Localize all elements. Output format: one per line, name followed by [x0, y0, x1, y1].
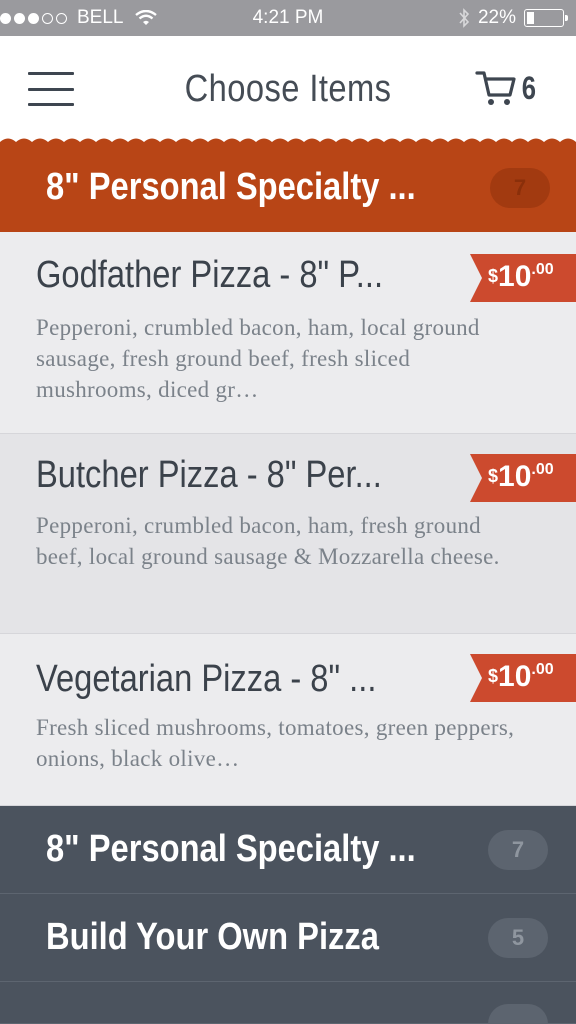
category-label: 8" Personal Specialty ...	[46, 166, 416, 208]
price-cents: .00	[531, 461, 554, 478]
category-label: Build Your Own Pizza	[46, 916, 379, 958]
category-row[interactable]: 8" Personal Specialty ... 7	[0, 806, 576, 894]
category-label: 8" Personal Specialty ...	[46, 828, 416, 870]
item-title: Godfather Pizza - 8" P...	[36, 254, 384, 296]
price-currency: $	[488, 466, 499, 486]
category-count-badge: 5	[488, 918, 548, 958]
category-count-badge: 7	[490, 168, 550, 208]
category-count-badge	[488, 1004, 548, 1024]
menu-item[interactable]: Vegetarian Pizza - 8" ... Fresh sliced m…	[0, 634, 576, 806]
item-description: Fresh sliced mushrooms, tomatoes, green …	[36, 715, 515, 771]
battery-percent: 22%	[477, 7, 516, 28]
cart-button[interactable]: 6	[474, 68, 538, 108]
page-title: Choose Items	[184, 68, 392, 110]
price-amount: 10	[498, 260, 532, 293]
category-header-active[interactable]: 8" Personal Specialty ... 7	[0, 142, 576, 232]
menu-item[interactable]: Butcher Pizza - 8" Per... Pepperoni, cru…	[0, 434, 576, 634]
category-count-badge: 7	[488, 830, 548, 870]
price-currency: $	[488, 666, 499, 686]
category-row[interactable]	[0, 982, 576, 1024]
price-amount: 10	[498, 460, 532, 493]
item-title: Butcher Pizza - 8" Per...	[36, 454, 382, 496]
wavy-divider	[0, 138, 576, 149]
item-description: Pepperoni, crumbled bacon, ham, local gr…	[36, 315, 480, 402]
cart-icon	[475, 71, 516, 105]
price-amount: 10	[498, 660, 532, 693]
category-row[interactable]: Build Your Own Pizza 5	[0, 894, 576, 982]
menu-item[interactable]: Godfather Pizza - 8" P... Pepperoni, cru…	[0, 232, 576, 434]
price-tag: $10.00	[470, 254, 576, 302]
app-header: Choose Items 6	[0, 36, 576, 142]
cart-count: 6	[521, 69, 537, 106]
price-tag: $10.00	[470, 654, 576, 702]
price-tag: $10.00	[470, 454, 576, 502]
bluetooth-icon	[459, 8, 470, 28]
status-bar: BELL 4:21 PM 22%	[0, 0, 576, 36]
battery-icon	[524, 9, 568, 27]
battery-level	[527, 12, 534, 24]
price-cents: .00	[531, 261, 554, 278]
item-title: Vegetarian Pizza - 8" ...	[36, 658, 377, 700]
price-currency: $	[488, 266, 499, 286]
item-description: Pepperoni, crumbled bacon, ham, fresh gr…	[36, 513, 500, 569]
price-cents: .00	[531, 661, 554, 678]
status-right: 22%	[458, 7, 568, 29]
